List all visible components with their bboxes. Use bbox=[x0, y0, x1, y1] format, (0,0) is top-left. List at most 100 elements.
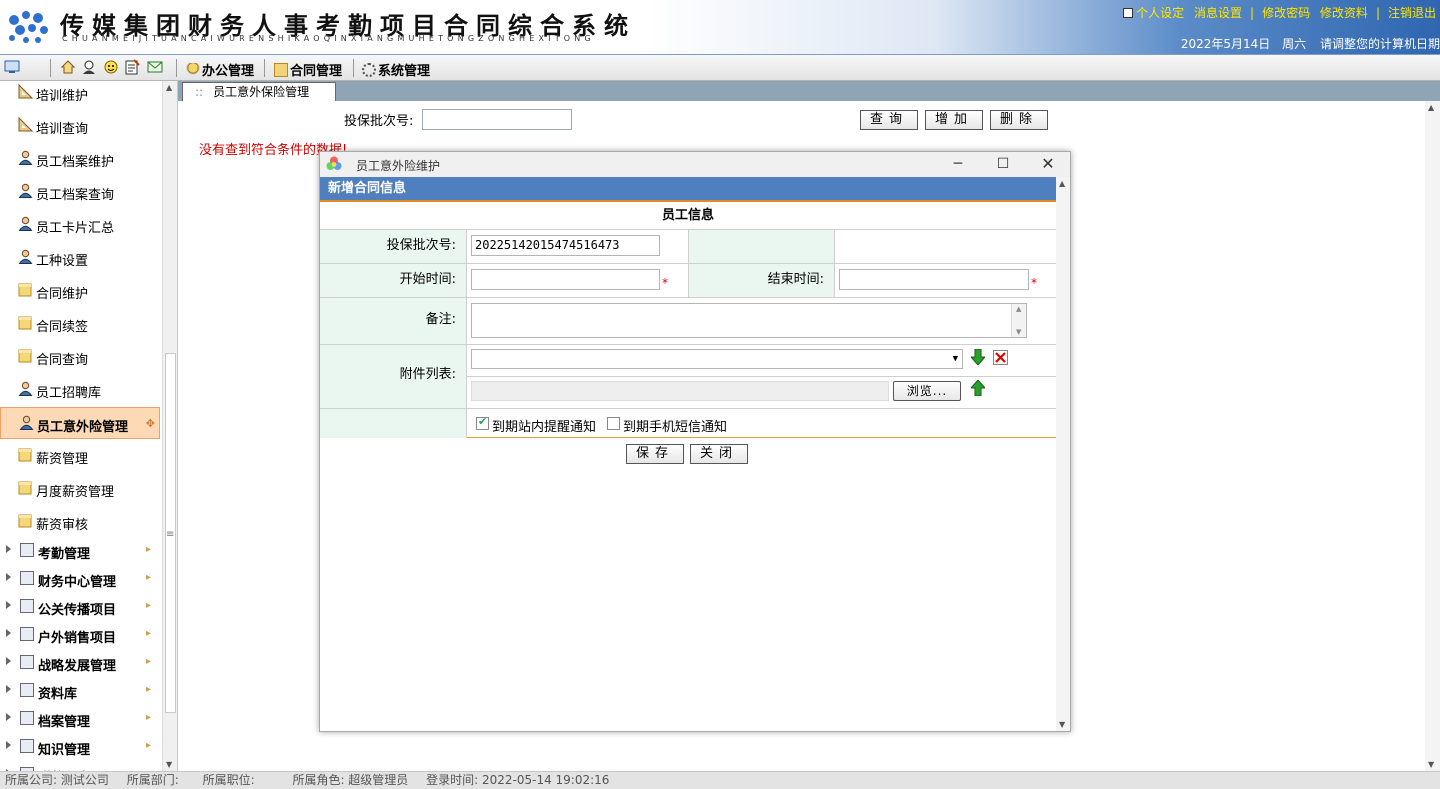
triangle-ruler-icon bbox=[18, 117, 33, 132]
folder-icon bbox=[18, 283, 32, 297]
contacts-icon[interactable] bbox=[81, 59, 97, 75]
sidebar-item[interactable]: 员工招聘库 bbox=[0, 374, 160, 406]
sidebar-item-label: 合同查询 bbox=[36, 353, 89, 368]
sidebar-group-label: 公关传播项目 bbox=[38, 603, 117, 618]
notepad-icon[interactable] bbox=[124, 59, 140, 75]
save-button[interactable]: 保存 bbox=[626, 444, 684, 464]
desktop-icon[interactable] bbox=[4, 59, 20, 75]
sidebar-group[interactable]: 考勤管理 ▸ bbox=[0, 536, 160, 564]
browse-button[interactable]: 浏览... bbox=[893, 381, 961, 401]
scroll-up-icon[interactable]: ▲ bbox=[166, 83, 172, 92]
sidebar-group[interactable]: 公关传播项目 ▸ bbox=[0, 592, 160, 620]
module-icon bbox=[20, 655, 34, 669]
remark-scrollbar[interactable]: ▲ ▼ bbox=[1011, 304, 1026, 337]
sidebar-group[interactable]: 战略发展管理 ▸ bbox=[0, 648, 160, 676]
start-time-field[interactable] bbox=[471, 269, 660, 290]
sidebar-item[interactable]: 合同维护 bbox=[0, 275, 160, 307]
sidebar-item-label: 培训维护 bbox=[36, 89, 89, 104]
scroll-down-icon[interactable]: ▼ bbox=[1428, 760, 1434, 769]
sidebar-item[interactable]: 合同查询 bbox=[0, 341, 160, 373]
dialog-scrollbar[interactable]: ▲ ▼ bbox=[1056, 177, 1070, 731]
expand-arrow-icon bbox=[6, 601, 11, 609]
menu-system[interactable]: 系统管理 bbox=[362, 60, 430, 79]
sidebar-item[interactable]: 员工档案维护 bbox=[0, 143, 160, 175]
end-time-label: 结束时间: bbox=[688, 263, 834, 297]
sidebar-item[interactable]: 薪资管理 bbox=[0, 440, 160, 472]
search-label: 投保批次号: bbox=[344, 114, 414, 129]
scroll-up-icon[interactable]: ▲ bbox=[1059, 179, 1065, 188]
mail-icon[interactable] bbox=[147, 59, 163, 75]
logout-link[interactable]: 注销退出 bbox=[1388, 6, 1436, 20]
file-path-field[interactable] bbox=[471, 381, 889, 401]
user-icon bbox=[18, 216, 33, 231]
sidebar-item[interactable]: 工种设置 bbox=[0, 242, 160, 274]
sidebar-group[interactable]: 知识管理 ▸ bbox=[0, 732, 160, 760]
gear-icon bbox=[362, 63, 376, 77]
close-button[interactable]: 关闭 bbox=[690, 444, 748, 464]
end-time-field[interactable] bbox=[839, 269, 1029, 290]
remark-textarea[interactable] bbox=[471, 303, 1027, 338]
scroll-down-icon[interactable]: ▼ bbox=[166, 760, 172, 769]
attachment-select[interactable]: ▼ bbox=[471, 349, 963, 369]
personal-settings-link[interactable]: 个人设定 bbox=[1136, 6, 1184, 20]
sidebar-item[interactable]: 员工档案查询 bbox=[0, 176, 160, 208]
close-icon[interactable]: ✕ bbox=[1033, 154, 1063, 174]
dialog-title: 员工意外险维护 bbox=[356, 159, 441, 173]
home-icon[interactable] bbox=[60, 59, 76, 75]
sidebar-group[interactable]: 档案管理 ▸ bbox=[0, 704, 160, 732]
sidebar-group-label: 档案管理 bbox=[38, 715, 91, 730]
sidebar-item[interactable]: 合同续签 bbox=[0, 308, 160, 340]
change-password-link[interactable]: 修改密码 bbox=[1262, 6, 1310, 20]
sidebar-item-label: 培训查询 bbox=[36, 122, 89, 137]
status-department: 所属部门: bbox=[126, 773, 179, 787]
sidebar-item-label: 员工卡片汇总 bbox=[36, 221, 115, 236]
menu-contract[interactable]: 合同管理 bbox=[274, 60, 342, 79]
smiley-icon[interactable] bbox=[103, 59, 119, 75]
batch-number-field[interactable]: 20225142015474516473 bbox=[471, 235, 660, 256]
dialog-titlebar[interactable]: 员工意外险维护 ─ ☐ ✕ bbox=[320, 152, 1070, 177]
tab-accident-insurance[interactable]: :: 员工意外保险管理 bbox=[182, 82, 337, 101]
sidebar-item[interactable]: 薪资审核 bbox=[0, 506, 160, 538]
sidebar-item[interactable]: 培训维护 bbox=[0, 81, 160, 109]
chevron-right-icon: ▸ bbox=[146, 656, 152, 667]
sidebar-item[interactable]: 培训查询 bbox=[0, 110, 160, 142]
main-scrollbar[interactable]: ▲ ▼ bbox=[1425, 101, 1440, 771]
scroll-down-icon[interactable]: ▼ bbox=[1059, 720, 1065, 729]
expand-arrow-icon bbox=[6, 629, 11, 637]
sidebar-item-label: 薪资审核 bbox=[36, 518, 89, 533]
batch-number-search-input[interactable] bbox=[422, 109, 572, 130]
maximize-icon[interactable]: ☐ bbox=[988, 154, 1018, 174]
download-arrow-icon[interactable] bbox=[971, 349, 985, 365]
dialog-body: 新增合同信息 员工信息 投保批次号: 20225142015474516473 … bbox=[320, 177, 1056, 731]
menu-office[interactable]: 办公管理 bbox=[186, 60, 254, 79]
sidebar-scrollbar[interactable]: ▲ ≡ ▼ bbox=[162, 81, 177, 771]
sidebar-group[interactable]: 户外销售项目 ▸ bbox=[0, 620, 160, 648]
sidebar-item-label: 员工意外险管理 bbox=[37, 420, 129, 435]
chevron-right-icon: ▸ bbox=[146, 712, 152, 723]
module-icon bbox=[20, 683, 34, 697]
current-weekday: 周六 bbox=[1282, 37, 1307, 51]
edit-profile-link[interactable]: 修改资料 bbox=[1320, 6, 1368, 20]
sms-reminder-checkbox[interactable] bbox=[607, 417, 620, 430]
status-position: 所属职位: bbox=[202, 773, 255, 787]
delete-button[interactable]: 删除 bbox=[990, 110, 1048, 130]
add-button[interactable]: 增加 bbox=[925, 110, 983, 130]
user-settings-icon bbox=[1123, 8, 1134, 18]
upload-arrow-icon[interactable] bbox=[971, 380, 985, 396]
sidebar-item-label: 合同维护 bbox=[36, 287, 89, 302]
expand-arrow-icon bbox=[6, 685, 11, 693]
query-button[interactable]: 查询 bbox=[860, 110, 918, 130]
sidebar-group[interactable]: 财务中心管理 ▸ bbox=[0, 564, 160, 592]
sidebar-item[interactable]: 员工意外险管理 ✥ bbox=[0, 407, 160, 439]
sidebar-item[interactable]: 员工卡片汇总 bbox=[0, 209, 160, 241]
sidebar-group[interactable]: 资料库 ▸ bbox=[0, 676, 160, 704]
sidebar-item[interactable]: 月度薪资管理 bbox=[0, 473, 160, 505]
scroll-up-icon[interactable]: ▲ bbox=[1428, 103, 1434, 112]
site-reminder-checkbox[interactable] bbox=[476, 415, 489, 430]
sidebar-group-label: 战略发展管理 bbox=[38, 659, 117, 674]
message-settings-link[interactable]: 消息设置 bbox=[1194, 6, 1242, 20]
module-icon bbox=[20, 627, 34, 641]
sidebar-group[interactable]: 附件程序▸ bbox=[0, 760, 160, 771]
minimize-icon[interactable]: ─ bbox=[943, 154, 973, 174]
delete-attachment-icon[interactable] bbox=[993, 350, 1008, 365]
